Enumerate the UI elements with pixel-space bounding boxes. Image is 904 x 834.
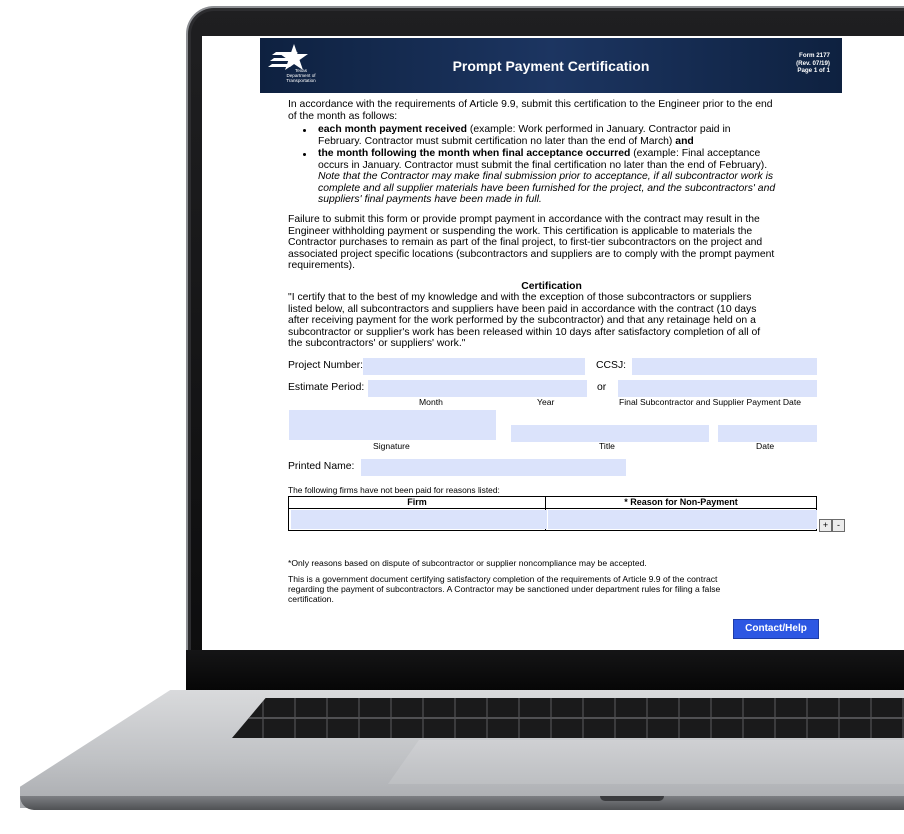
certification-line: "I certify that to the best of my knowle… [288,292,752,303]
form-revision: (Rev. 07/19) [796,59,830,67]
ccsj-label: CCSJ: [596,360,627,371]
disclaimer-line: This is a government document certifying… [288,574,718,584]
footnote: *Only reasons based on dispute of subcon… [288,558,647,568]
table-header-firm: Firm [407,497,427,507]
date-input[interactable] [718,425,817,442]
title-input[interactable] [511,425,709,442]
laptop-notch [600,796,664,801]
table-header-reason: * Reason for Non-Payment [624,497,738,507]
form-screen: Texas Department of Transportation Promp… [202,36,904,650]
disclaimer-line: regarding the payment of subcontractors.… [288,584,721,594]
bullet-dot [303,129,306,132]
failure-paragraph: Failure to submit this form or provide p… [288,214,774,272]
bullet-text: (example: Final acceptance [630,148,761,159]
estimate-period-input[interactable] [368,380,587,397]
failure-line: associated project specific locations (s… [288,248,775,260]
unpaid-firms-table: Firm * Reason for Non-Payment [288,496,817,531]
month-label: Month [419,397,443,407]
bullet-item-monthly: each month payment received (example: Wo… [318,124,731,147]
note-text: suppliers' final payments have been made… [318,194,542,206]
signature-field[interactable] [289,410,496,440]
bullet-text: February. Contractor must submit certifi… [318,135,676,147]
year-label: Year [537,397,555,407]
certification-line: after receiving payment for the work per… [288,315,756,327]
note-text: complete and all supplier materials have… [318,182,776,194]
project-number-input[interactable] [363,358,585,375]
form-meta: Form 2177 (Rev. 07/19) Page 1 of 1 [796,52,830,75]
form-number: Form 2177 [799,52,830,59]
certification-heading: Certification [521,281,582,292]
laptop-screen-bezel [186,650,904,694]
laptop-base-edge [20,796,904,810]
intro-line: In accordance with the requirements of A… [288,99,773,110]
final-payment-date-label: Final Subcontractor and Supplier Payment… [619,397,802,407]
disclaimer: This is a government document certifying… [288,574,720,604]
disclaimer-line: certification. [288,594,334,604]
laptop-keyboard [232,698,904,738]
failure-line: Failure to submit this form or provide p… [288,214,760,225]
signature-label: Signature [373,441,410,451]
table-row-divider [289,508,816,509]
form-title: Prompt Payment Certification [452,58,650,74]
intro-text: In accordance with the requirements of A… [288,99,773,122]
bullet-item-final: the month following the month when final… [318,148,775,206]
certification-statement: "I certify that to the best of my knowle… [288,292,760,350]
bullet-text: occurs in January. Contractor must submi… [318,159,768,171]
final-payment-date-input[interactable] [618,380,817,397]
or-label: or [597,382,607,393]
firm-input[interactable] [291,510,547,529]
bullet-dot [303,153,306,156]
printed-name-label: Printed Name: [288,461,355,472]
contact-help-button[interactable]: Contact/Help [733,619,819,639]
printed-name-input[interactable] [361,459,626,476]
certification-line: the subcontractors' or suppliers' work." [288,338,466,350]
bullet-bold: the month following the month when final… [318,148,631,159]
bullet-bold: and [675,135,694,147]
project-number-label: Project Number: [288,360,364,371]
bullet-text: (example: Work performed in January. Con… [467,124,731,135]
table-caption: The following firms have not been paid f… [288,485,500,495]
failure-line: requirements). [288,260,355,272]
add-row-button[interactable]: + [819,519,832,532]
title-label: Title [599,441,615,451]
failure-line: Contractor purchases to remain as part o… [288,237,763,249]
estimate-period-label: Estimate Period: [288,382,365,393]
intro-line: of the month as follows: [288,110,398,122]
note-text: Note that the Contractor may make final … [318,171,774,183]
remove-row-button[interactable]: - [832,519,845,532]
certification-line: listed below, all subcontractors and sup… [288,303,757,315]
reason-input[interactable] [548,510,817,529]
form-page: Page 1 of 1 [797,67,830,74]
certification-line: subcontractor or supplier's work has bee… [288,326,761,338]
ccsj-input[interactable] [632,358,817,375]
laptop-trackpad [388,740,904,784]
bullet-bold: each month payment received [318,124,467,135]
failure-line: Engineer withholding payment or suspendi… [288,225,753,237]
date-label: Date [756,441,775,451]
form-header-banner: Texas Department of Transportation Promp… [260,38,842,93]
